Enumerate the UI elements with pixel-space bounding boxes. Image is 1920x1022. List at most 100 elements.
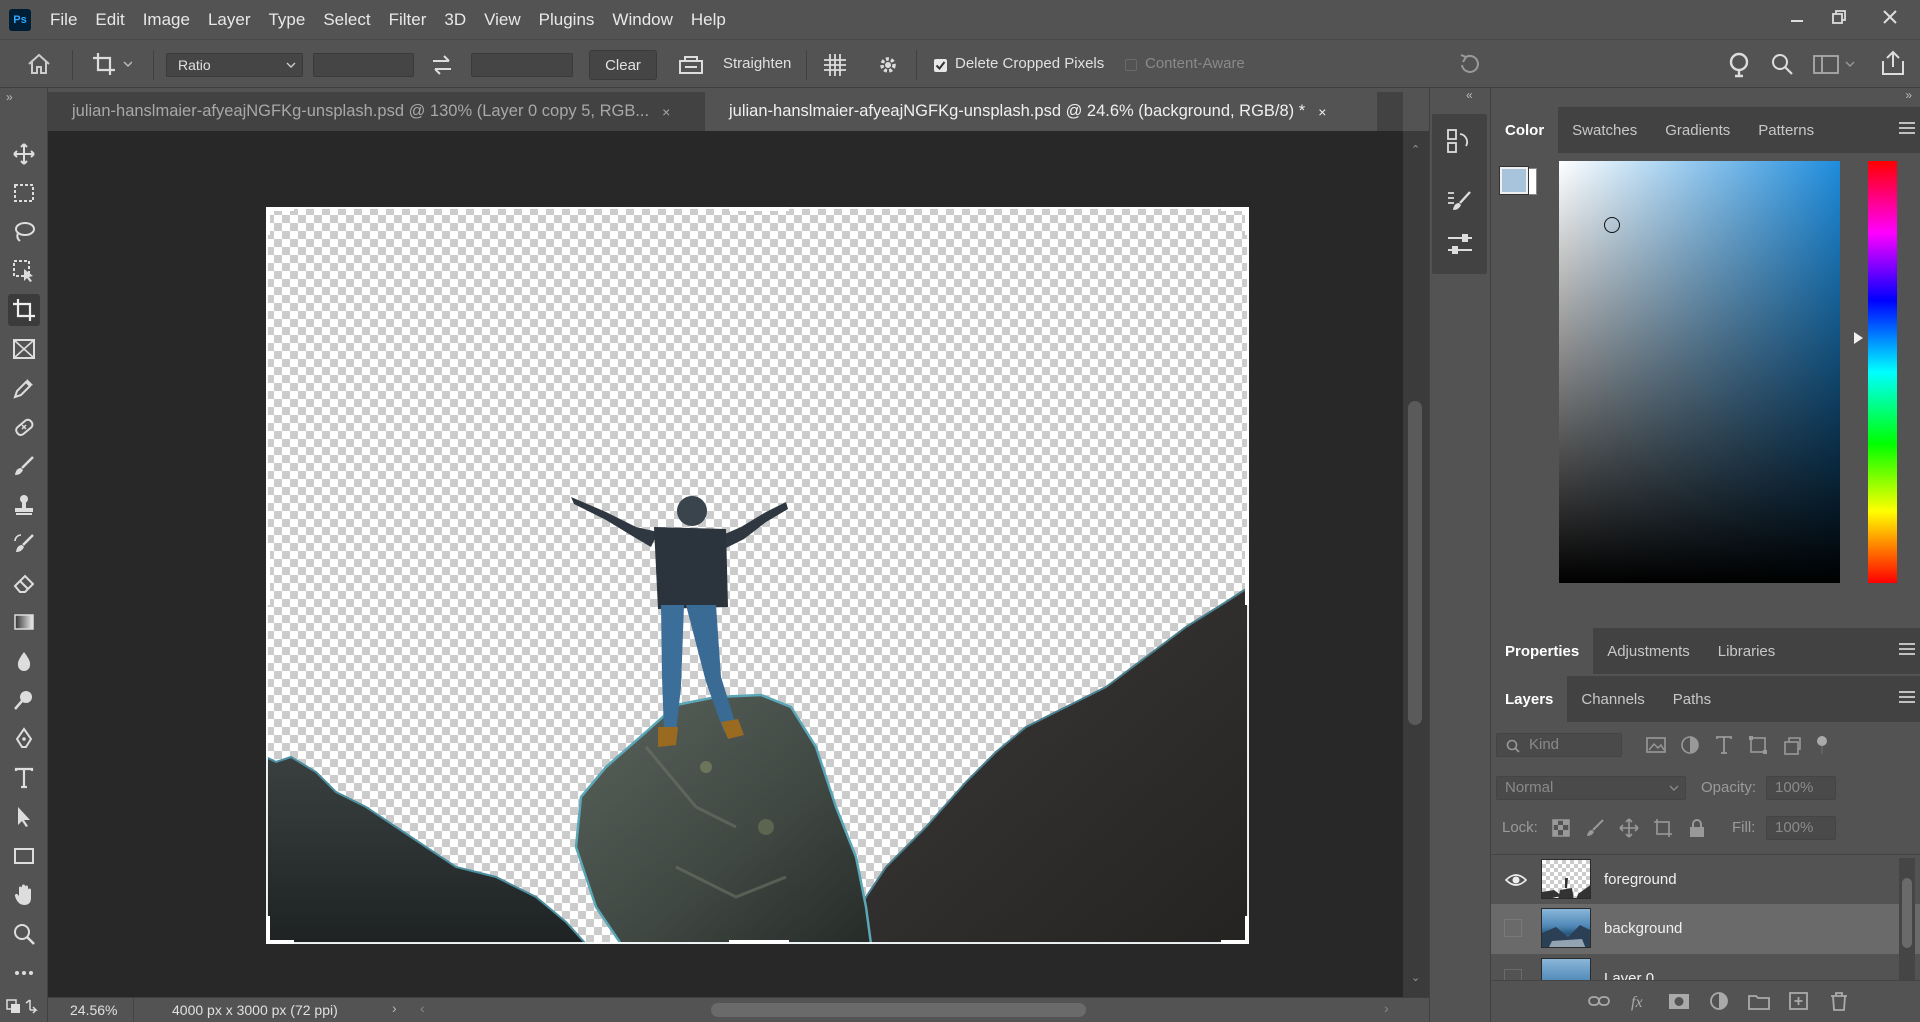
tab-paths[interactable]: Paths [1659, 676, 1725, 722]
crop-preset-button[interactable] [92, 52, 132, 76]
adjustments-strip-button[interactable] [1446, 231, 1474, 257]
crop-frame[interactable] [266, 207, 1249, 944]
content-aware-checkbox[interactable] [1125, 59, 1137, 71]
crop-tool[interactable] [8, 294, 40, 326]
home-button[interactable] [26, 52, 52, 76]
crop-handle[interactable] [266, 545, 270, 605]
layers-scrollbar[interactable] [1899, 858, 1915, 982]
eyedropper-tool[interactable] [8, 372, 40, 404]
overlay-options-button[interactable] [822, 52, 848, 78]
status-menu-arrow[interactable]: › [392, 1000, 397, 1016]
tab-document-1[interactable]: julian-hanslmaier-afyeajNGFKg-unsplash.p… [48, 92, 704, 131]
shape-filter-icon[interactable] [1747, 734, 1769, 756]
link-layers-icon[interactable] [1587, 991, 1611, 1011]
dodge-tool[interactable] [8, 684, 40, 716]
filter-toggle-icon[interactable] [1815, 734, 1829, 756]
close-tab-icon[interactable]: × [1318, 104, 1326, 120]
menu-filter[interactable]: Filter [389, 10, 427, 30]
brush-tool[interactable] [8, 450, 40, 482]
document-canvas[interactable] [266, 207, 1249, 944]
menu-layer[interactable]: Layer [208, 10, 251, 30]
type-filter-icon[interactable] [1713, 734, 1735, 756]
hand-tool[interactable] [8, 879, 40, 911]
search-button[interactable] [1770, 52, 1794, 76]
tab-document-2[interactable]: julian-hanslmaier-afyeajNGFKg-unsplash.p… [705, 92, 1377, 131]
horizontal-scroll-thumb[interactable] [711, 1003, 1086, 1017]
scroll-thumb[interactable] [1408, 401, 1422, 725]
move-tool[interactable] [8, 138, 40, 170]
healing-brush-tool[interactable] [8, 411, 40, 443]
crop-settings-button[interactable] [876, 53, 900, 77]
layer-row-layer-0[interactable]: Layer 0 [1491, 954, 1920, 980]
blend-mode-select[interactable]: Normal [1496, 776, 1686, 800]
history-brush-tool[interactable] [8, 528, 40, 560]
swap-ratio-button[interactable] [430, 54, 454, 76]
visibility-toggle-empty[interactable] [1504, 919, 1522, 937]
color-panel-menu-icon[interactable] [1899, 122, 1915, 137]
eraser-tool[interactable] [8, 567, 40, 599]
lock-pixels-icon[interactable] [1584, 817, 1606, 839]
layers-scroll-thumb[interactable] [1902, 878, 1912, 948]
collapse-panels-icon[interactable]: « [1466, 88, 1473, 102]
layer-kind-filter[interactable]: Kind [1496, 733, 1622, 757]
ratio-height-input[interactable] [471, 53, 573, 77]
blur-tool[interactable] [8, 645, 40, 677]
tab-layers[interactable]: Layers [1491, 676, 1568, 722]
new-adjustment-icon[interactable] [1707, 991, 1731, 1011]
eye-icon[interactable] [1505, 872, 1527, 888]
reset-crop-button[interactable] [1456, 52, 1484, 78]
lock-artboard-icon[interactable] [1652, 817, 1674, 839]
color-field[interactable] [1559, 161, 1840, 583]
scroll-up-icon[interactable]: ⌃ [1411, 143, 1420, 156]
more-tools-button[interactable] [8, 957, 40, 989]
layers-panel-menu-icon[interactable] [1899, 691, 1915, 706]
menu-edit[interactable]: Edit [95, 10, 124, 30]
share-button[interactable] [1880, 50, 1906, 76]
crop-handle[interactable] [266, 207, 270, 235]
adjustment-filter-icon[interactable] [1679, 734, 1701, 756]
lasso-tool[interactable] [8, 216, 40, 248]
tab-properties[interactable]: Properties [1491, 628, 1594, 674]
new-group-icon[interactable] [1747, 991, 1771, 1011]
rectangle-tool[interactable] [8, 840, 40, 872]
menu-type[interactable]: Type [268, 10, 305, 30]
color-picker-cursor[interactable] [1604, 217, 1620, 233]
pixel-filter-icon[interactable] [1645, 734, 1667, 756]
lock-position-icon[interactable] [1618, 817, 1640, 839]
collapse-toolbar-icon[interactable]: » [6, 90, 13, 104]
tab-channels[interactable]: Channels [1567, 676, 1658, 722]
fill-input[interactable]: 100% [1766, 816, 1836, 840]
tab-patterns[interactable]: Patterns [1744, 107, 1828, 153]
brush-settings-button[interactable] [1446, 189, 1472, 215]
crop-handle[interactable] [729, 940, 789, 944]
tab-swatches[interactable]: Swatches [1558, 107, 1651, 153]
object-selection-tool[interactable] [8, 255, 40, 287]
scroll-left-icon[interactable]: ‹ [420, 1000, 425, 1016]
menu-3d[interactable]: 3D [444, 10, 466, 30]
minimize-button[interactable] [1776, 0, 1818, 33]
scroll-right-icon[interactable]: › [1384, 1000, 1389, 1016]
layer-row-background[interactable]: background [1491, 904, 1920, 954]
add-mask-icon[interactable] [1667, 991, 1691, 1011]
history-panel-button[interactable] [1446, 128, 1472, 154]
tab-color[interactable]: Color [1491, 107, 1559, 153]
crop-handle[interactable] [266, 916, 270, 944]
crop-handle[interactable] [1245, 207, 1249, 235]
scroll-down-icon[interactable]: ⌄ [1411, 971, 1420, 984]
pen-tool[interactable] [8, 723, 40, 755]
crop-handle[interactable] [1245, 916, 1249, 944]
crop-handle[interactable] [266, 940, 294, 944]
workspace-button[interactable] [1812, 53, 1856, 75]
properties-panel-menu-icon[interactable] [1899, 643, 1915, 658]
vertical-scrollbar[interactable]: ⌃ ⌄ [1403, 131, 1429, 997]
crop-handle[interactable] [729, 207, 789, 211]
clone-stamp-tool[interactable] [8, 489, 40, 521]
menu-view[interactable]: View [484, 10, 521, 30]
tab-adjustments[interactable]: Adjustments [1593, 628, 1704, 674]
delete-cropped-checkbox[interactable] [934, 59, 947, 72]
new-layer-icon[interactable] [1787, 991, 1811, 1011]
clear-button[interactable]: Clear [589, 50, 657, 80]
hue-slider-marker[interactable] [1854, 332, 1863, 344]
path-selection-tool[interactable] [8, 801, 40, 833]
straighten-button[interactable] [678, 53, 704, 77]
